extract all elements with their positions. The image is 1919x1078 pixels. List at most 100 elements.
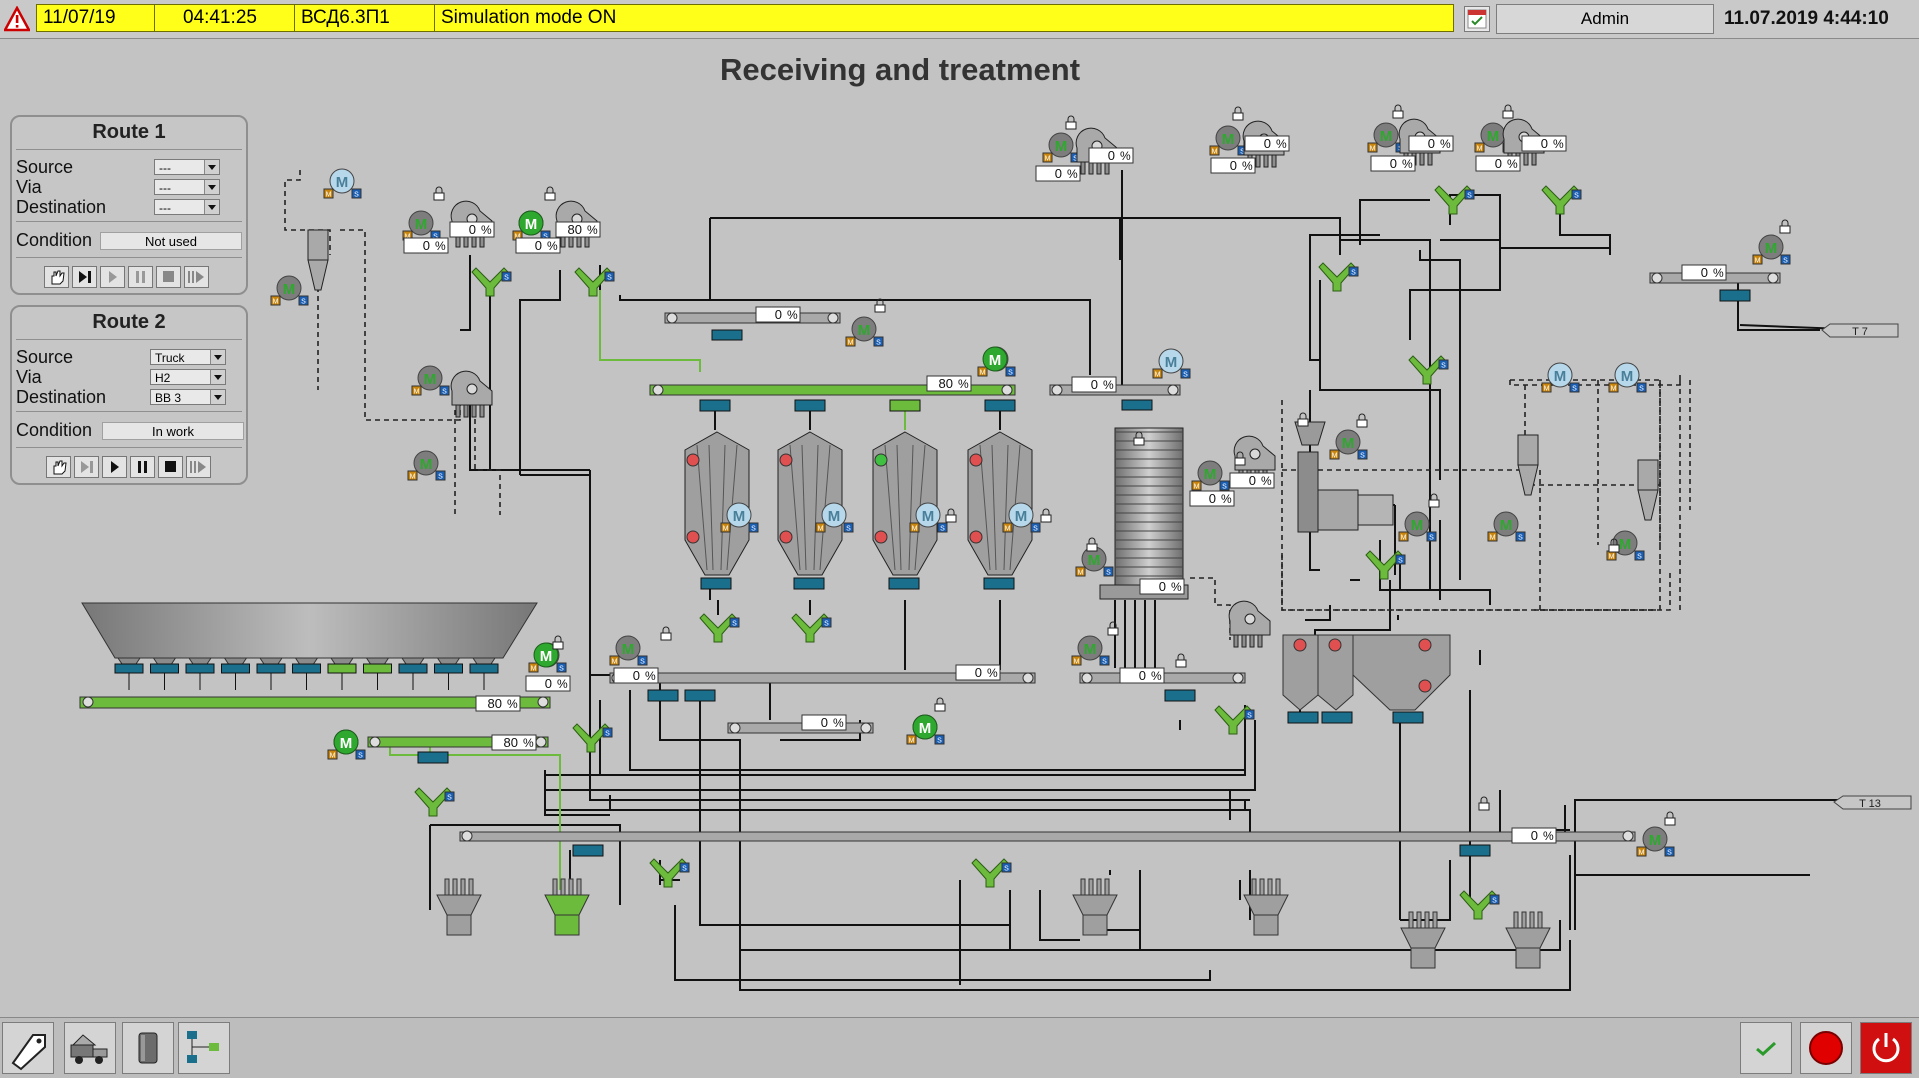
route-2-source-select[interactable]: Truck <box>150 349 226 365</box>
diverter-valve-icon[interactable]: S <box>471 267 512 297</box>
nav-network-button[interactable] <box>178 1022 230 1074</box>
motor-running-icon[interactable]: M <box>912 714 938 740</box>
discharge-hopper-icon[interactable] <box>1505 911 1551 969</box>
route-1-source-select[interactable]: --- <box>154 159 220 175</box>
discharge-hopper-icon[interactable] <box>1072 878 1118 936</box>
motor-icon[interactable]: MMS <box>411 365 450 396</box>
diverter-valve-icon[interactable]: S <box>791 613 832 643</box>
discharge-hopper-icon[interactable] <box>436 878 482 936</box>
route-1-start-button[interactable] <box>100 266 125 288</box>
percent-unit: % <box>523 736 534 750</box>
diverter-valve-icon[interactable]: S <box>971 858 1012 888</box>
route-2-start-button[interactable] <box>102 456 127 478</box>
diverter-valve-icon[interactable]: S <box>572 723 613 753</box>
motor-icon[interactable]: MMS <box>609 635 648 666</box>
motor-icon[interactable]: MMS <box>407 450 446 481</box>
route-1-stop-button[interactable] <box>156 266 181 288</box>
motor-icon[interactable]: MMS <box>1152 348 1191 379</box>
hopper-gate-icon[interactable] <box>292 657 321 690</box>
hopper-gate-icon[interactable] <box>114 657 144 690</box>
route-2-via-select[interactable]: H2 <box>150 369 226 385</box>
motor-icon[interactable]: MMS <box>1209 125 1248 156</box>
feeder-icon[interactable] <box>450 370 493 418</box>
motor-icon[interactable]: MMS <box>845 316 884 347</box>
hopper-gate-icon[interactable] <box>327 657 357 690</box>
motor-label: M <box>1619 536 1632 553</box>
motor-icon[interactable]: MMS <box>1487 511 1526 542</box>
percent-display: 80% <box>491 734 537 751</box>
hopper-gate-icon[interactable] <box>398 657 428 690</box>
percent-display: 0% <box>1088 147 1134 164</box>
feeder-icon[interactable] <box>1228 600 1271 648</box>
target-t13[interactable]: T 13 <box>1833 795 1912 810</box>
motor-icon[interactable]: MMS <box>1042 132 1081 163</box>
route-1-step-button[interactable] <box>72 266 97 288</box>
motor-running-icon[interactable]: M <box>982 346 1008 372</box>
motor-icon[interactable]: MMS <box>1608 362 1647 393</box>
conveyor-top[interactable] <box>664 312 841 341</box>
hopper-gate-icon[interactable] <box>434 657 463 690</box>
diverter-valve-icon[interactable]: S <box>1459 890 1500 920</box>
hopper-gate-icon[interactable] <box>363 657 392 690</box>
conveyor-bottom-long[interactable] <box>459 830 1636 857</box>
diverter-valve-icon[interactable]: S <box>649 858 690 888</box>
route-1-manual-button[interactable] <box>44 266 69 288</box>
target-t7[interactable]: T 7 <box>1821 323 1899 338</box>
process-diagram: MMSMMSMMSMMSMMSMMSMMSMMSMMSMMSMMSMMSMMSM… <box>79 104 1912 991</box>
route-2-manual-button[interactable] <box>46 456 71 478</box>
route-1-via-select[interactable]: --- <box>154 179 220 195</box>
hopper-gate-icon[interactable] <box>256 657 286 690</box>
power-button[interactable] <box>1860 1022 1912 1074</box>
nav-tag-button[interactable] <box>2 1022 54 1074</box>
route-1-fast-button[interactable] <box>184 266 209 288</box>
motor-icon[interactable]: MMS <box>1541 362 1580 393</box>
route-2-fast-button[interactable] <box>186 456 211 478</box>
motor-icon[interactable]: MMS <box>1191 460 1230 491</box>
motor-icon[interactable]: MMS <box>1329 429 1368 460</box>
storage-bins-right[interactable] <box>1282 634 1451 724</box>
diverter-valve-icon[interactable]: S <box>574 267 615 297</box>
motor-icon[interactable]: MMS <box>402 210 441 241</box>
hopper-gate-icon[interactable] <box>185 657 215 690</box>
diverter-valve-icon[interactable]: S <box>1434 185 1475 215</box>
diverter-valve-icon[interactable]: S <box>1541 185 1582 215</box>
motor-running-icon[interactable]: M <box>518 210 544 236</box>
receiving-hopper[interactable] <box>81 602 538 690</box>
motor-icon[interactable]: MMS <box>1071 635 1110 666</box>
diverter-valve-icon[interactable]: S <box>1318 262 1359 292</box>
status-badge: S <box>1103 566 1114 577</box>
motor-icon[interactable]: MMS <box>270 275 309 306</box>
conveyor-lower-mid[interactable] <box>727 722 874 734</box>
diverter-valve-icon[interactable]: S <box>1408 355 1449 385</box>
route-2-pause-button[interactable] <box>130 456 155 478</box>
percent-value: 0 <box>1428 136 1435 151</box>
hopper-gate-icon[interactable] <box>469 657 499 690</box>
motor-icon[interactable]: MMS <box>1752 234 1791 265</box>
hopper-gate-icon[interactable] <box>221 657 250 690</box>
badge-s-label: S <box>1639 386 1644 393</box>
motor-icon[interactable]: MMS <box>1636 826 1675 857</box>
route-1-destination-select[interactable]: --- <box>154 199 220 215</box>
nav-silo-button[interactable] <box>122 1022 174 1074</box>
cyclone-icon[interactable] <box>1637 459 1659 521</box>
route-2-step-button[interactable] <box>74 456 99 478</box>
diverter-valve-icon[interactable]: S <box>699 613 740 643</box>
badge-s-label: S <box>1572 386 1577 393</box>
discharge-hopper-icon[interactable] <box>544 878 590 936</box>
motor-icon[interactable]: MMS <box>323 168 362 199</box>
badge-m-label: M <box>1332 453 1338 460</box>
cyclone-icon[interactable] <box>1517 434 1539 496</box>
diverter-valve-icon[interactable]: S <box>1214 705 1255 735</box>
diverter-valve-icon[interactable]: S <box>414 787 455 817</box>
nav-truck-button[interactable] <box>64 1022 116 1074</box>
emergency-stop-button[interactable] <box>1800 1022 1852 1074</box>
route-1-pause-button[interactable] <box>128 266 153 288</box>
cyclone-icon[interactable] <box>307 229 329 291</box>
status-badge: S <box>1219 480 1230 491</box>
motor-running-icon[interactable]: M <box>333 729 359 755</box>
route-2-destination-select[interactable]: BB 3 <box>150 389 226 405</box>
confirm-button[interactable] <box>1740 1022 1792 1074</box>
hopper-gate-icon[interactable] <box>150 657 179 690</box>
badge-s-label: S <box>1222 484 1227 491</box>
route-2-stop-button[interactable] <box>158 456 183 478</box>
